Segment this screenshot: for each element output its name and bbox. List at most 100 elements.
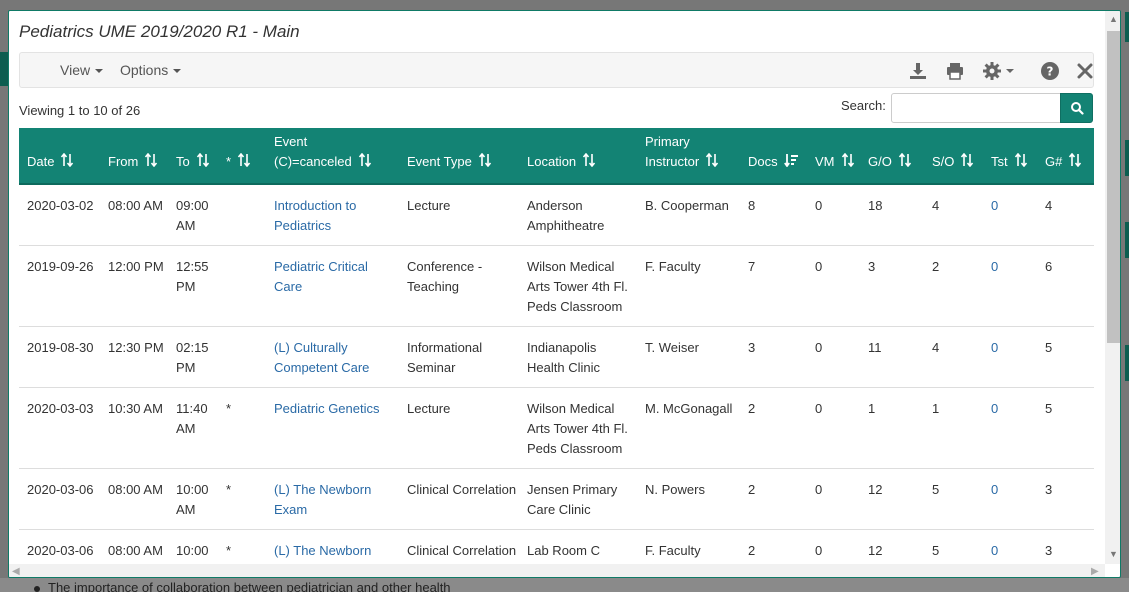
scroll-left-icon[interactable]: ◀ [12,566,20,577]
search-icon [1070,102,1084,115]
column-header[interactable]: Event Type [399,128,519,185]
cell-docs: 8 [740,184,807,246]
cell-star [218,184,266,246]
cell-g: 5 [1037,387,1094,469]
sort-icon[interactable] [582,152,596,173]
cell-tst-link[interactable]: 0 [983,468,1037,530]
cell-star: * [218,529,266,565]
vertical-scrollbar[interactable]: ▲ ▼ [1105,11,1120,564]
search-button[interactable] [1060,93,1093,123]
cell-date: 2019-08-30 [19,326,100,388]
cell-docs: 2 [740,529,807,565]
column-header-label: VM [815,154,835,170]
cell-date: 2020-03-06 [19,529,100,565]
column-header[interactable]: Primary Instructor [637,128,740,185]
cell-location: Wilson Medical Arts Tower 4th Fl. Peds C… [519,387,637,469]
cell-location: Indianapolis Health Clinic [519,326,637,388]
cell-so: 5 [924,468,983,530]
cell-to: 02:15 PM [168,326,218,388]
cell-date: 2020-03-06 [19,468,100,530]
cell-event-type: Clinical Correlation [399,468,519,530]
cell-event-link[interactable]: Pediatric Genetics [266,387,399,469]
column-header[interactable]: Date [19,128,100,185]
sort-icon[interactable] [1014,152,1028,173]
background-accent-3 [1125,222,1129,258]
print-icon[interactable] [945,61,965,81]
options-menu[interactable]: Options [120,62,182,78]
column-header[interactable]: Location [519,128,637,185]
sort-icon[interactable] [841,152,855,173]
cell-to: 11:40 AM [168,387,218,469]
cell-from: 10:30 AM [100,387,168,469]
background-bullet-text: The importance of collaboration between … [48,580,451,592]
cell-g: 5 [1037,326,1094,388]
column-header-label: Location [527,154,577,170]
cell-tst-link[interactable]: 0 [983,184,1037,246]
column-header-label-top: Event [274,134,308,150]
cell-so: 2 [924,245,983,327]
cell-instructor: B. Cooperman [637,184,740,246]
events-table-container: Date From To * Event (C)=canceled Event Type Lo… [19,128,1094,565]
column-header-label: Docs [748,154,778,170]
cell-event-type: Clinical Correlation [399,529,519,565]
column-header[interactable]: Event (C)=canceled [266,128,399,185]
column-header[interactable]: From [100,128,168,185]
download-icon[interactable] [908,61,928,81]
scroll-up-icon[interactable]: ▲ [1109,15,1118,24]
cell-go: 18 [860,184,924,246]
cell-go: 1 [860,387,924,469]
cell-tst-link[interactable]: 0 [983,326,1037,388]
cell-vm: 0 [807,184,860,246]
table-header-row: Date From To * Event (C)=canceled Event Type Lo… [19,128,1094,185]
cell-event-link[interactable]: (L) The Newborn Exam [266,529,399,565]
sort-descending-icon[interactable] [783,153,798,173]
cell-tst-link[interactable]: 0 [983,245,1037,327]
close-icon[interactable] [1075,61,1095,81]
cell-g: 3 [1037,468,1094,530]
cell-vm: 0 [807,468,860,530]
events-table: Date From To * Event (C)=canceled Event Type Lo… [19,128,1094,565]
column-header[interactable]: VM [807,128,860,185]
background-accent-1 [1125,12,1129,42]
column-header[interactable]: G/O [860,128,924,185]
column-header[interactable]: Tst [983,128,1037,185]
cell-from: 08:00 AM [100,468,168,530]
sort-icon[interactable] [478,152,492,173]
sort-icon[interactable] [1068,152,1082,173]
sort-icon[interactable] [237,152,251,173]
column-header[interactable]: S/O [924,128,983,185]
sort-icon[interactable] [358,152,372,173]
horizontal-scrollbar[interactable]: ◀ ▶ [9,564,1105,577]
cell-event-type: Informational Seminar [399,326,519,388]
table-row: 2020-03-0608:00 AM10:00 AM*(L) The Newbo… [19,529,1094,565]
column-header[interactable]: To [168,128,218,185]
cell-docs: 2 [740,387,807,469]
sort-icon[interactable] [705,152,719,173]
cell-g: 3 [1037,529,1094,565]
help-icon[interactable]: ? [1040,61,1060,81]
column-header[interactable]: G# [1037,128,1094,185]
column-header[interactable]: * [218,128,266,185]
background-accent-2 [1125,140,1129,176]
cell-instructor: F. Faculty [637,245,740,327]
cell-tst-link[interactable]: 0 [983,387,1037,469]
vertical-scroll-thumb[interactable] [1107,31,1120,343]
sort-icon[interactable] [196,152,210,173]
search-input[interactable] [891,93,1061,123]
gear-icon[interactable] [982,61,1016,81]
toolbar: View Options ? [19,52,1094,88]
cell-to: 12:55 PM [168,245,218,327]
cell-event-link[interactable]: (L) The Newborn Exam [266,468,399,530]
scroll-right-icon[interactable]: ▶ [1091,566,1099,577]
cell-event-link[interactable]: Introduction to Pediatrics [266,184,399,246]
column-header[interactable]: Docs [740,128,807,185]
cell-tst-link[interactable]: 0 [983,529,1037,565]
view-menu[interactable]: View [60,62,104,78]
sort-icon[interactable] [898,152,912,173]
cell-event-link[interactable]: (L) Culturally Competent Care [266,326,399,388]
sort-icon[interactable] [960,152,974,173]
cell-event-link[interactable]: Pediatric Critical Care [266,245,399,327]
sort-icon[interactable] [60,152,74,173]
sort-icon[interactable] [144,152,158,173]
scroll-down-icon[interactable]: ▼ [1109,550,1118,559]
